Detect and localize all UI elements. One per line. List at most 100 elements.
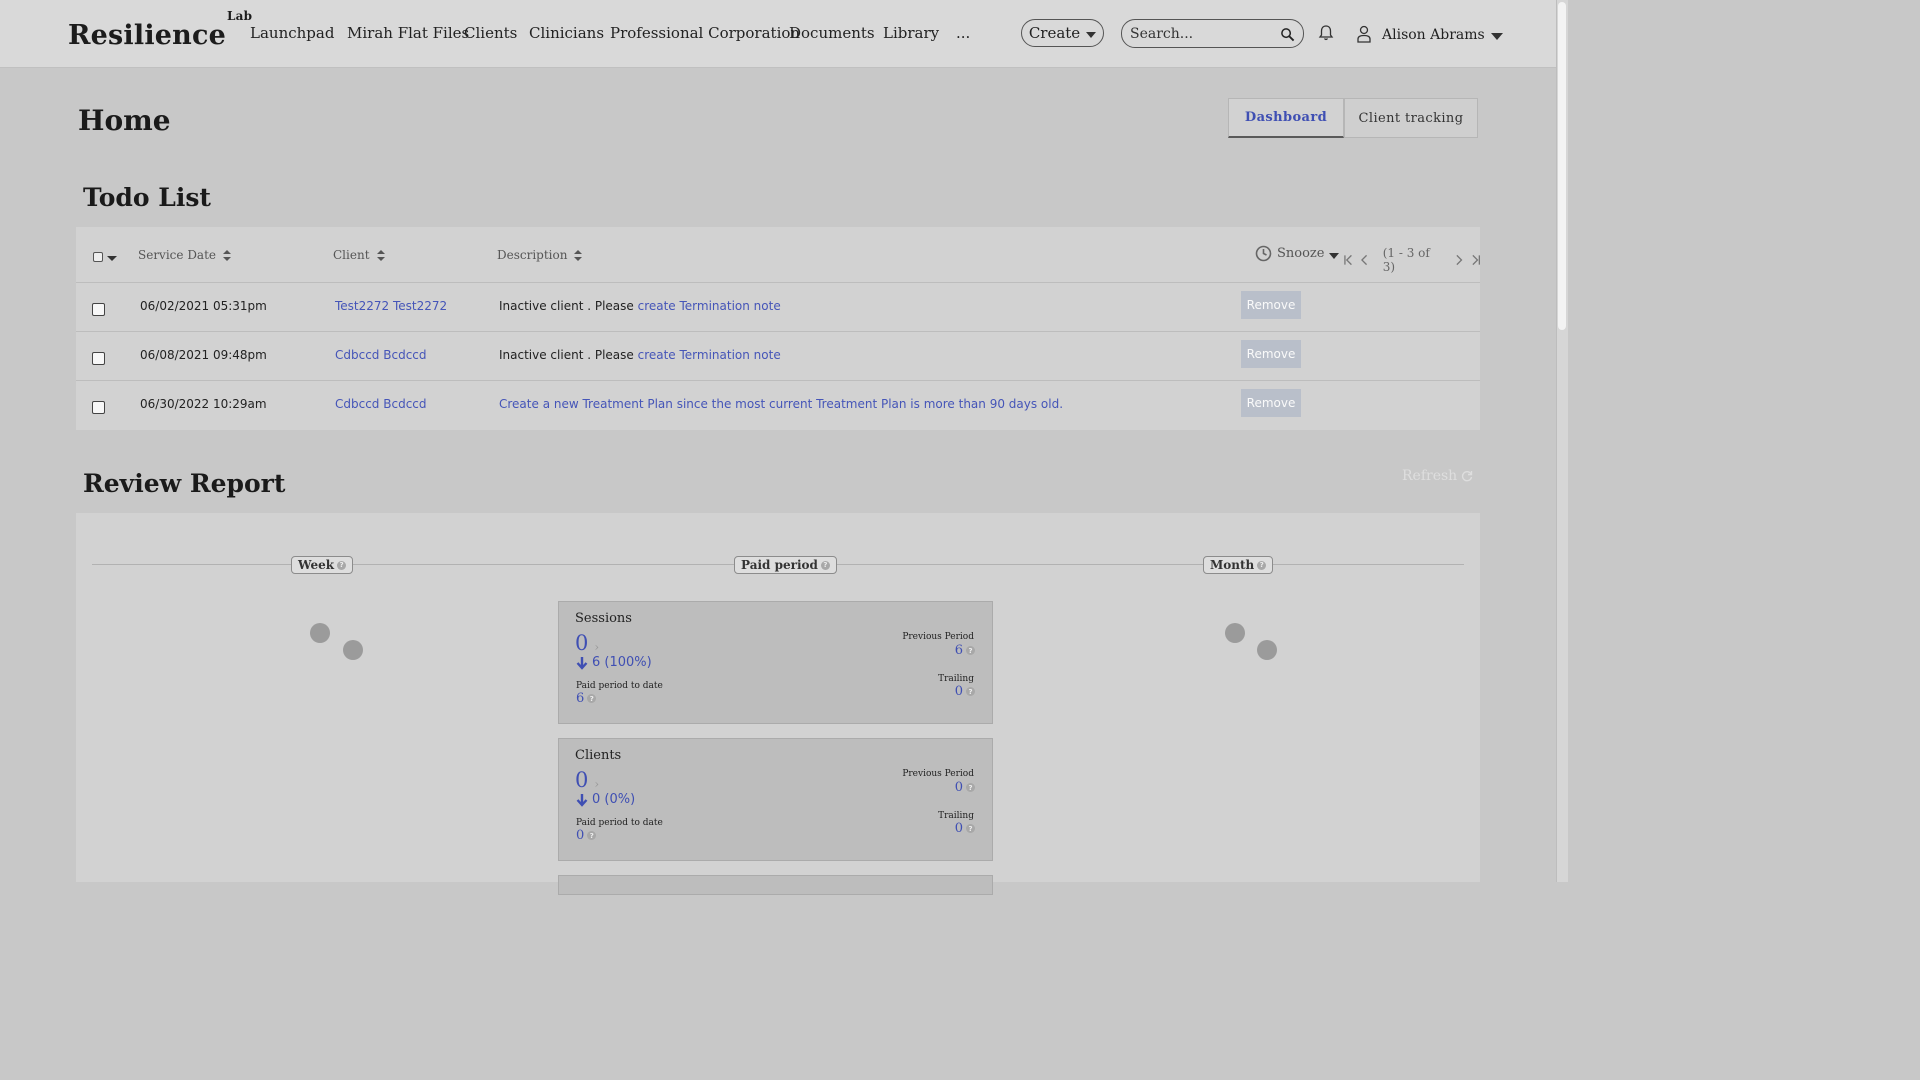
review-report-title: Review Report: [83, 469, 286, 498]
next-page-icon[interactable]: [1455, 254, 1463, 266]
tab-client-tracking[interactable]: Client tracking: [1344, 98, 1478, 138]
nav-item-more[interactable]: ...: [956, 24, 970, 42]
user-menu[interactable]: Alison Abrams: [1382, 27, 1503, 43]
nav-item-clinicians[interactable]: Clinicians: [529, 24, 604, 42]
pagination-status: (1 - 3 of 3): [1382, 246, 1430, 274]
metric-title: Sessions: [575, 611, 632, 626]
todo-table-header: Service Date Client Description Snooze (…: [76, 227, 1480, 283]
row-checkbox[interactable]: [92, 401, 105, 414]
arrow-down-icon: [576, 656, 588, 670]
tab-dashboard[interactable]: Dashboard: [1228, 98, 1344, 138]
row-checkbox[interactable]: [92, 303, 105, 316]
help-icon[interactable]: ?: [966, 824, 975, 833]
row-checkbox[interactable]: [92, 352, 105, 365]
trailing-number: 0: [954, 684, 963, 699]
trailing-label: Trailing: [938, 811, 974, 821]
metric-card: [558, 875, 993, 895]
trailing-value: 0 ?: [955, 821, 975, 836]
help-icon[interactable]: ?: [966, 646, 975, 655]
previous-period-label: Previous Period: [902, 632, 974, 642]
user-icon[interactable]: [1356, 25, 1372, 43]
description: Inactive client . Please create Terminat…: [499, 348, 781, 362]
loading-spinner-icon: [310, 623, 330, 643]
previous-period-number: 6: [954, 643, 963, 658]
help-icon[interactable]: ?: [966, 687, 975, 696]
page-scrollbar[interactable]: [1556, 0, 1568, 882]
snooze-dropdown[interactable]: Snooze: [1255, 245, 1340, 262]
todo-table: Service Date Client Description Snooze (…: [76, 227, 1480, 430]
client-link[interactable]: Cdbccd Bcdccd: [335, 397, 427, 411]
metric-value[interactable]: 0 ›: [575, 768, 599, 792]
metric-value[interactable]: 0 ›: [575, 631, 599, 655]
help-icon[interactable]: ?: [337, 560, 347, 570]
period-label: Week: [298, 558, 335, 572]
metric-value-number: 0: [575, 631, 589, 655]
search-box: [1121, 19, 1304, 48]
column-header-service-date[interactable]: Service Date: [138, 248, 232, 262]
to-date-label: Paid period to date: [576, 818, 663, 828]
snooze-label: Snooze: [1277, 246, 1325, 261]
chevron-down-icon: [107, 255, 117, 261]
table-row: 06/30/2022 10:29am Cdbccd Bcdccd Create …: [76, 381, 1480, 430]
description-text: Inactive client . Please: [499, 348, 638, 362]
description-link[interactable]: create Termination note: [638, 348, 781, 362]
app-logo[interactable]: ResilienceLab: [68, 9, 252, 51]
review-report-panel: Week ? Paid period ? Month ? Sessions 0 …: [76, 513, 1480, 895]
last-page-icon[interactable]: [1471, 254, 1480, 266]
todo-list-title: Todo List: [83, 183, 211, 212]
service-date: 06/08/2021 09:48pm: [140, 348, 267, 362]
first-page-icon[interactable]: [1344, 254, 1353, 266]
top-navigation: ResilienceLab Launchpad Mirah Flat Files…: [0, 0, 1556, 68]
nav-item-clients[interactable]: Clients: [464, 24, 517, 42]
previous-page-icon[interactable]: [1361, 254, 1368, 266]
refresh-label: Refresh: [1402, 468, 1458, 484]
metric-change: 6 (100%): [576, 655, 652, 670]
nav-item-mirah-flat-files[interactable]: Mirah Flat Files: [347, 24, 469, 42]
search-icon[interactable]: [1280, 27, 1295, 42]
period-month[interactable]: Month ?: [1203, 556, 1274, 574]
period-week[interactable]: Week ?: [291, 556, 354, 574]
user-name-label: Alison Abrams: [1382, 27, 1485, 43]
column-header-label: Client: [333, 248, 370, 262]
client-link[interactable]: Test2272 Test2272: [335, 299, 447, 313]
help-icon[interactable]: ?: [587, 831, 597, 840]
client-link[interactable]: Cdbccd Bcdccd: [335, 348, 427, 362]
loading-spinner-icon: [1257, 640, 1277, 660]
period-label: Paid period: [741, 558, 818, 572]
help-icon[interactable]: ?: [1257, 560, 1267, 570]
table-row: 06/08/2021 09:48pm Cdbccd Bcdccd Inactiv…: [76, 332, 1480, 381]
logo-superscript: Lab: [227, 9, 253, 23]
search-input[interactable]: [1130, 23, 1275, 44]
service-date: 06/02/2021 05:31pm: [140, 299, 267, 313]
description-link[interactable]: Create a new Treatment Plan since the mo…: [499, 397, 1063, 411]
help-icon[interactable]: ?: [587, 694, 597, 703]
trailing-value: 0 ?: [955, 684, 975, 699]
nav-item-library[interactable]: Library: [883, 24, 939, 42]
period-paid-period[interactable]: Paid period ?: [734, 556, 837, 574]
select-all-checkbox[interactable]: [93, 252, 103, 262]
metric-change-value: 6 (100%): [592, 655, 652, 670]
nav-item-professional-corporation[interactable]: Professional Corporation: [610, 24, 800, 42]
remove-button[interactable]: Remove: [1241, 291, 1301, 319]
bell-icon[interactable]: [1317, 24, 1335, 42]
sort-icon: [376, 249, 385, 261]
create-button[interactable]: Create: [1021, 19, 1104, 47]
chevron-down-icon: [1490, 32, 1503, 40]
remove-button[interactable]: Remove: [1241, 389, 1301, 417]
remove-button[interactable]: Remove: [1241, 340, 1301, 368]
help-icon[interactable]: ?: [820, 560, 830, 570]
scrollbar-thumb[interactable]: [1558, 2, 1566, 330]
to-date-label: Paid period to date: [576, 681, 663, 691]
page-title: Home: [78, 104, 171, 137]
clients-metric-card: Clients 0 › 0 (0%) Paid period to date 0…: [558, 738, 993, 861]
refresh-button[interactable]: Refresh: [1402, 468, 1473, 484]
nav-item-documents[interactable]: Documents: [789, 24, 875, 42]
select-all-dropdown[interactable]: [93, 252, 117, 262]
column-header-client[interactable]: Client: [333, 248, 385, 262]
help-icon[interactable]: ?: [966, 783, 975, 792]
column-header-description[interactable]: Description: [497, 248, 583, 262]
metric-title: Clients: [575, 748, 622, 763]
previous-period-number: 0: [954, 780, 963, 795]
nav-item-launchpad[interactable]: Launchpad: [250, 24, 334, 42]
description-link[interactable]: create Termination note: [638, 299, 781, 313]
